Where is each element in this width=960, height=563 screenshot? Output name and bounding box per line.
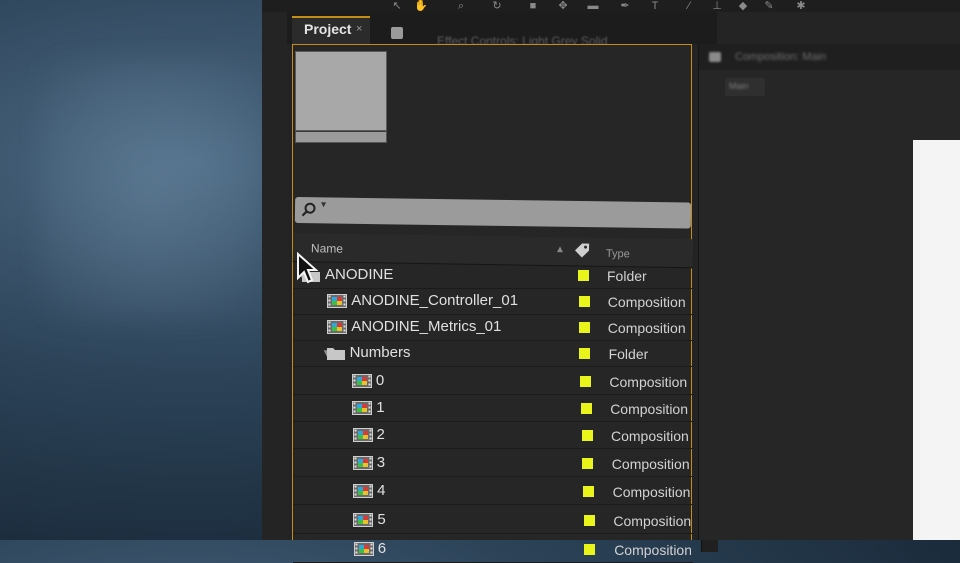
tab-project[interactable]: Project × — [292, 16, 370, 44]
search-field[interactable]: ▾ — [294, 197, 692, 229]
list-item[interactable]: ▼ Numbers Folder — [293, 341, 693, 367]
eraser-tool-icon[interactable]: ◆ — [734, 0, 752, 12]
list-item[interactable]: 4 Composition — [293, 479, 693, 505]
folder-icon — [326, 348, 345, 360]
close-icon[interactable]: × — [356, 23, 362, 35]
label-color-swatch[interactable] — [584, 544, 596, 555]
list-item[interactable]: 1 Composition — [293, 396, 693, 422]
tools-panel: ↖ ✋ ⌕ ↻ ■ ✥ ▬ ✒ T ∕ ⊥ ◆ ✎ ✱ — [262, 0, 960, 12]
label-color-swatch[interactable] — [578, 296, 590, 307]
list-item[interactable]: 3 Composition — [293, 451, 693, 477]
composition-icon — [352, 456, 373, 470]
item-name: 1 — [376, 399, 385, 416]
item-type: Composition — [611, 428, 689, 444]
list-item[interactable]: 5 Composition — [293, 508, 693, 534]
item-type: Composition — [613, 513, 691, 529]
label-tag-icon[interactable] — [573, 242, 591, 258]
composition-icon — [709, 52, 721, 62]
tab-project-label: Project — [304, 21, 352, 37]
composition-icon — [351, 374, 372, 388]
hand-tool-icon[interactable]: ✋ — [412, 0, 430, 12]
item-type: Composition — [609, 374, 688, 390]
after-effects-window: ↖ ✋ ⌕ ↻ ■ ✥ ▬ ✒ T ∕ ⊥ ◆ ✎ ✱ Project × Effect Controls… — [262, 0, 960, 563]
project-item-list: ▼ ANODINE Folder ANODINE_Controller_01 Compo… — [293, 263, 693, 563]
item-name: 3 — [376, 454, 386, 471]
label-color-swatch[interactable] — [578, 270, 589, 281]
item-type: Composition — [607, 320, 686, 336]
composition-panel: Composition: Main Main — [698, 44, 960, 540]
item-name: ANODINE — [325, 266, 394, 283]
comp-breadcrumb-label: Main — [729, 81, 749, 91]
composition-canvas[interactable] — [913, 140, 960, 540]
item-name: 2 — [376, 426, 385, 443]
search-icon[interactable] — [301, 202, 317, 218]
list-item[interactable]: 6 Composition — [293, 537, 693, 563]
composition-icon — [353, 542, 374, 556]
label-color-swatch[interactable] — [581, 430, 593, 441]
rotate-tool-icon[interactable]: ↻ — [488, 0, 506, 12]
desktop-background — [40, 60, 260, 320]
item-type: Folder — [607, 268, 647, 284]
comp-breadcrumb[interactable]: Main — [725, 78, 765, 96]
composition-icon — [327, 320, 348, 334]
sort-ascending-icon[interactable]: ▲ — [555, 244, 565, 255]
item-name: ANODINE_Controller_01 — [351, 292, 519, 309]
tab-composition-label: Composition: Main — [735, 51, 827, 63]
pan-behind-tool-icon[interactable]: ✥ — [554, 0, 572, 12]
project-panel: Project × Effect Controls: Light Grey So… — [287, 12, 718, 563]
item-preview-bar — [295, 131, 387, 143]
zoom-tool-icon[interactable]: ⌕ — [452, 0, 470, 12]
composition-icon — [352, 428, 373, 442]
list-item[interactable]: ANODINE_Metrics_01 Composition — [293, 315, 693, 341]
panel-tab-bar: Project × Effect Controls: Light Grey So… — [287, 12, 717, 48]
list-item[interactable]: ANODINE_Controller_01 Composition — [293, 289, 693, 315]
item-name: 6 — [377, 540, 387, 557]
camera-tool-icon[interactable]: ■ — [524, 0, 542, 12]
item-type: Composition — [612, 484, 691, 500]
composition-icon — [352, 401, 373, 415]
roto-brush-tool-icon[interactable]: ✎ — [760, 0, 778, 12]
label-color-swatch[interactable] — [580, 376, 592, 387]
tab-composition[interactable]: Composition: Main — [699, 44, 960, 70]
puppet-pin-tool-icon[interactable]: ✱ — [792, 0, 810, 12]
composition-icon — [353, 484, 374, 498]
label-color-swatch[interactable] — [580, 403, 592, 414]
item-name: Numbers — [349, 344, 411, 361]
list-item[interactable]: 2 Composition — [293, 423, 693, 449]
mouse-pointer-icon — [297, 252, 318, 284]
clone-stamp-tool-icon[interactable]: ⊥ — [708, 0, 726, 12]
label-color-swatch[interactable] — [583, 515, 595, 526]
item-name: ANODINE_Metrics_01 — [351, 318, 502, 335]
label-color-swatch[interactable] — [582, 486, 594, 497]
item-type: Composition — [611, 456, 690, 472]
pen-tool-icon[interactable]: ✒ — [616, 0, 634, 12]
item-preview-thumbnail — [295, 51, 387, 131]
lock-icon[interactable] — [391, 27, 403, 39]
item-type: Composition — [607, 294, 686, 310]
list-item[interactable]: 0 Composition — [293, 369, 693, 395]
label-color-swatch[interactable] — [578, 322, 590, 333]
label-color-swatch[interactable] — [582, 458, 594, 469]
item-name: 4 — [377, 482, 386, 499]
item-type: Folder — [608, 346, 649, 362]
item-name: 5 — [377, 511, 386, 528]
label-color-swatch[interactable] — [579, 348, 591, 359]
item-name: 0 — [375, 372, 385, 389]
project-panel-body: ▾ Name ▲ Type ▼ ANODINE Folder ANODINE_Cont… — [292, 44, 694, 563]
chevron-down-icon[interactable]: ▾ — [321, 199, 326, 210]
list-item[interactable]: ▼ ANODINE Folder — [293, 263, 693, 289]
arrow-tool-icon[interactable]: ↖ — [388, 0, 406, 12]
rectangle-tool-icon[interactable]: ▬ — [584, 0, 602, 12]
item-type: Composition — [610, 401, 689, 417]
brush-tool-icon[interactable]: ∕ — [680, 0, 698, 12]
column-type-header[interactable]: Type — [606, 248, 630, 260]
item-type: Composition — [614, 542, 691, 558]
composition-icon — [327, 294, 348, 308]
composition-icon — [353, 513, 374, 527]
type-tool-icon[interactable]: T — [646, 0, 664, 12]
